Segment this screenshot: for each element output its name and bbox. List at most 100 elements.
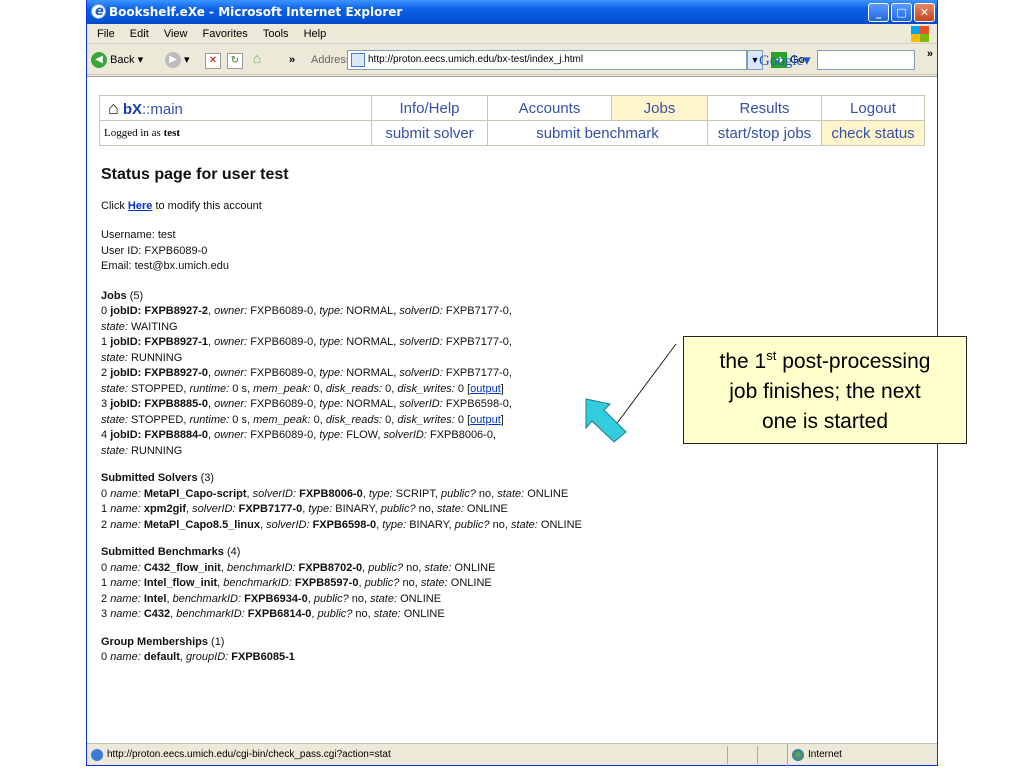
- menu-help[interactable]: Help: [304, 28, 327, 40]
- name-label: name:: [110, 518, 141, 531]
- solver-row: 0 name: MetaPl_Capo-script, solverID: FX…: [101, 487, 569, 500]
- minimize-button[interactable]: _: [868, 3, 889, 22]
- solver-id-label: solverID:: [192, 503, 236, 515]
- state-label: state:: [101, 413, 128, 426]
- solver-label: solverID:: [399, 398, 443, 410]
- owner-label: owner:: [214, 398, 248, 410]
- benchmark-name: C432_flow_init: [143, 561, 221, 574]
- email: Email: test@bx.umich.edu: [101, 260, 229, 272]
- brand-suffix: ::main: [142, 100, 183, 118]
- menu-view[interactable]: View: [164, 28, 188, 40]
- benchmarks-section: Submitted Benchmarks (4) 0 name: C432_fl…: [101, 545, 901, 623]
- toolbar-chevron-right-icon[interactable]: »: [927, 48, 933, 60]
- status-divider: [757, 746, 758, 764]
- runtime-label: runtime:: [189, 413, 230, 426]
- benchmark-name: Intel_flow_init: [143, 577, 218, 589]
- toolbar-chevron-icon[interactable]: »: [289, 51, 295, 69]
- close-button[interactable]: ✕: [914, 3, 935, 22]
- nav-start-stop-jobs[interactable]: start/stop jobs: [707, 120, 822, 146]
- state-label: state:: [101, 320, 128, 333]
- groups-section: Group Memberships (1) 0 name: default, g…: [101, 635, 901, 666]
- back-arrow-icon: ◀: [91, 52, 107, 69]
- public-label: public?: [313, 592, 349, 605]
- nav-results[interactable]: Results: [707, 95, 822, 121]
- benchmarks-list: 0 name: C432_flow_init, benchmarkID: FXP…: [101, 561, 901, 623]
- callout-line2: job finishes; the next: [729, 380, 921, 403]
- benchmark-row: 2 name: Intel, benchmarkID: FXPB6934-0, …: [101, 592, 442, 605]
- public-label: public?: [317, 608, 353, 620]
- public-label: public?: [441, 487, 476, 500]
- brand-prefix: bX: [122, 100, 143, 118]
- nav-jobs[interactable]: Jobs: [611, 95, 708, 121]
- disk-writes-label: disk_writes:: [397, 413, 455, 426]
- refresh-button[interactable]: ↻: [227, 51, 243, 69]
- type-label: type:: [382, 518, 407, 531]
- callout-line1-sup: st: [766, 348, 777, 363]
- back-button[interactable]: ◀ Back ▾: [91, 51, 143, 69]
- forward-arrow-icon: ▶: [165, 52, 181, 69]
- mem-peak-label: mem_peak:: [253, 413, 311, 426]
- stop-icon: ✕: [205, 53, 221, 69]
- back-label: Back: [110, 54, 135, 66]
- nav-logout[interactable]: Logout: [821, 95, 925, 121]
- state-label: state:: [420, 577, 448, 589]
- solver-label: solverID:: [399, 336, 443, 348]
- group-name: default: [143, 651, 180, 663]
- benchmark-id: FXPB6934-0: [244, 592, 308, 605]
- solver-id: FXPB6598-0: [312, 518, 377, 531]
- window-title: Bookshelf.eXe - Microsoft Internet Explo…: [109, 5, 403, 19]
- solvers-section: Submitted Solvers (3) 0 name: MetaPl_Cap…: [101, 471, 901, 533]
- toolbar: ◀ Back ▾ ▶ ▾ ✕ ↻ ⌂ » Address http://prot…: [87, 45, 937, 75]
- group-id: FXPB6085-1: [231, 651, 295, 663]
- solver-name: xpm2gif: [143, 503, 187, 515]
- solver-id-label: solverID:: [252, 487, 297, 500]
- state-label: state:: [101, 382, 128, 395]
- benchmark-id-label: benchmarkID:: [172, 592, 242, 605]
- owner-label: owner:: [214, 336, 248, 348]
- home-button[interactable]: ⌂: [249, 51, 265, 69]
- google-search-input[interactable]: [817, 50, 915, 70]
- menu-file[interactable]: File: [97, 28, 115, 40]
- runtime-label: runtime:: [189, 382, 230, 395]
- maximize-button[interactable]: □: [891, 3, 912, 22]
- nav-accounts[interactable]: Accounts: [487, 95, 612, 121]
- output-link[interactable]: output: [470, 414, 501, 426]
- nav-check-status[interactable]: check status: [821, 120, 925, 146]
- here-link[interactable]: Here: [128, 200, 152, 212]
- solver-label: solverID:: [383, 429, 427, 441]
- menu-favorites[interactable]: Favorites: [203, 28, 248, 40]
- disk-writes-label: disk_writes:: [397, 382, 455, 395]
- nav-info-help[interactable]: Info/Help: [371, 95, 488, 121]
- benchmark-row: 1 name: Intel_flow_init, benchmarkID: FX…: [101, 577, 492, 589]
- solver-row: 2 name: MetaPl_Capo8.5_linux, solverID: …: [101, 518, 582, 531]
- state-label: state:: [101, 351, 128, 364]
- nav-submit-solver[interactable]: submit solver: [371, 120, 488, 146]
- type-label: type:: [319, 429, 344, 441]
- groups-heading: Group Memberships: [101, 635, 208, 648]
- benchmark-id-label: benchmarkID:: [223, 577, 292, 589]
- benchmarks-count: (4): [226, 546, 241, 558]
- output-link[interactable]: output: [470, 383, 501, 395]
- solvers-list: 0 name: MetaPl_Capo-script, solverID: FX…: [101, 487, 901, 534]
- type-label: type:: [319, 367, 344, 379]
- windows-flag-icon: [911, 26, 929, 42]
- benchmark-row: 3 name: C432, benchmarkID: FXPB6814-0, p…: [101, 608, 445, 620]
- type-label: type:: [319, 398, 344, 410]
- jobs-heading: Jobs: [101, 289, 127, 302]
- benchmarks-heading: Submitted Benchmarks: [101, 546, 224, 558]
- nav-submit-benchmark[interactable]: submit benchmark: [487, 120, 708, 146]
- state-label: state:: [510, 518, 538, 531]
- forward-button[interactable]: ▶ ▾: [165, 51, 190, 69]
- job-id: jobID: FXPB8884-0: [110, 429, 208, 441]
- google-label[interactable]: Google▾: [759, 51, 811, 70]
- type-label: type:: [319, 336, 344, 348]
- address-input[interactable]: http://proton.eecs.umich.edu/bx-test/ind…: [347, 50, 747, 70]
- bx-brand[interactable]: ⌂ bX::main: [99, 95, 372, 121]
- menu-tools[interactable]: Tools: [263, 28, 289, 40]
- solver-label: solverID:: [399, 305, 443, 317]
- mem-peak-label: mem_peak:: [253, 382, 311, 395]
- stop-button[interactable]: ✕: [205, 51, 221, 69]
- owner-label: owner:: [214, 429, 248, 441]
- benchmark-name: C432: [143, 608, 171, 620]
- menu-edit[interactable]: Edit: [130, 28, 149, 40]
